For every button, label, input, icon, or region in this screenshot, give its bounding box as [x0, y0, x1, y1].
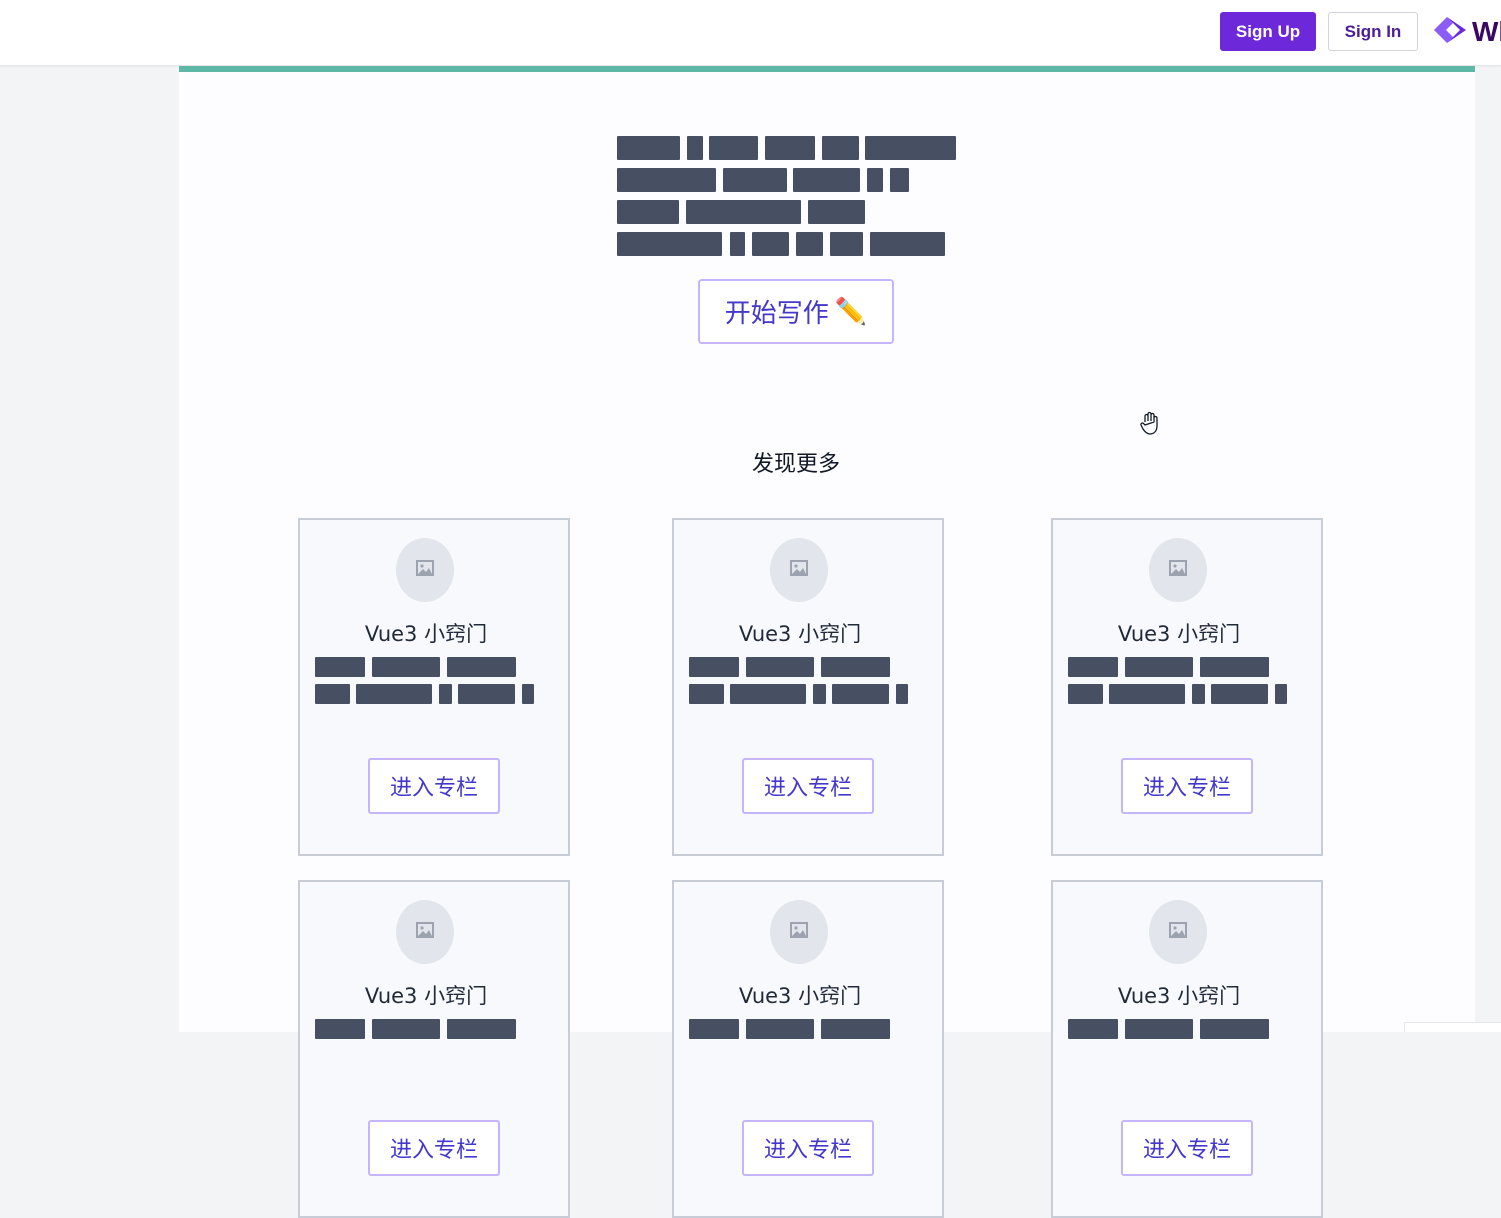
image-placeholder-icon	[1169, 922, 1187, 942]
column-title: Vue3 小窍门	[738, 622, 862, 646]
column-description	[315, 657, 555, 707]
start-writing-label: 开始写作	[724, 299, 829, 329]
enter-column-button[interactable]: 进入专栏	[1121, 758, 1253, 814]
discover-heading: 发现更多	[751, 452, 840, 477]
enter-column-button[interactable]: 进入专栏	[368, 1120, 500, 1176]
enter-column-button[interactable]: 进入专栏	[1121, 1120, 1253, 1176]
image-placeholder-icon	[790, 560, 808, 580]
diamond-logo-icon	[1432, 15, 1468, 49]
column-card: Vue3 小窍门 进入专栏	[298, 880, 570, 1218]
top-navbar: Sign Up Sign In Wh	[0, 0, 1501, 66]
column-card: Vue3 小窍门 进入专栏	[1051, 518, 1323, 856]
sign-up-button[interactable]: Sign Up	[1220, 12, 1316, 51]
column-description	[689, 1019, 929, 1069]
brand-name: Wh	[1472, 16, 1501, 47]
column-avatar	[770, 538, 828, 602]
column-avatar	[1149, 538, 1207, 602]
start-writing-button[interactable]: 开始写作 ✏️	[698, 279, 894, 344]
image-placeholder-icon	[790, 922, 808, 942]
column-card: Vue3 小窍门 进入专栏	[672, 518, 944, 856]
enter-column-button[interactable]: 进入专栏	[742, 1120, 874, 1176]
enter-column-button[interactable]: 进入专栏	[742, 758, 874, 814]
column-card: Vue3 小窍门 进入专栏	[1051, 880, 1323, 1218]
column-description	[1068, 1019, 1308, 1069]
image-placeholder-icon	[416, 560, 434, 580]
column-description	[689, 657, 929, 707]
sign-in-button[interactable]: Sign In	[1328, 12, 1418, 51]
column-avatar	[396, 900, 454, 964]
column-avatar	[1149, 900, 1207, 964]
corner-widget[interactable]	[1404, 1022, 1501, 1032]
column-title: Vue3 小窍门	[364, 984, 488, 1008]
column-avatar	[396, 538, 454, 602]
column-title: Vue3 小窍门	[738, 984, 862, 1008]
column-title: Vue3 小窍门	[1117, 984, 1241, 1008]
grab-hand-cursor-icon	[1139, 410, 1161, 436]
column-title: Vue3 小窍门	[1117, 622, 1241, 646]
column-title: Vue3 小窍门	[364, 622, 488, 646]
column-description	[315, 1019, 555, 1069]
column-description	[1068, 657, 1308, 707]
image-placeholder-icon	[416, 922, 434, 942]
pencil-icon: ✏️	[834, 296, 868, 327]
column-avatar	[770, 900, 828, 964]
image-placeholder-icon	[1169, 560, 1187, 580]
enter-column-button[interactable]: 进入专栏	[368, 758, 500, 814]
brand-logo[interactable]: Wh	[1432, 14, 1501, 50]
column-card: Vue3 小窍门 进入专栏	[672, 880, 944, 1218]
column-card: Vue3 小窍门 进入专栏	[298, 518, 570, 856]
